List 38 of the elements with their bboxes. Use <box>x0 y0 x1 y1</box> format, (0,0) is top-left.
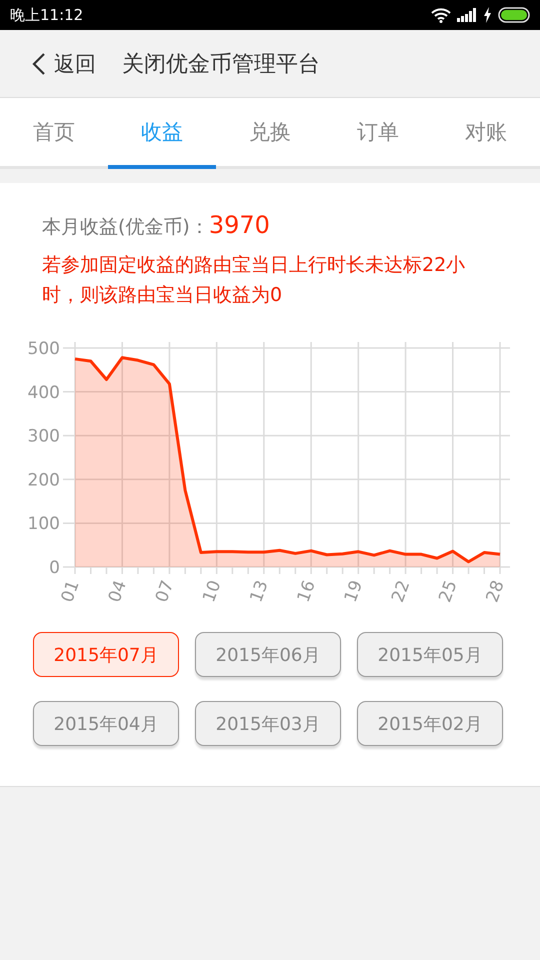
x-axis-label: 28 <box>482 578 509 606</box>
summary-label: 本月收益(优金币)： <box>42 215 209 240</box>
tab[interactable]: 兑换 <box>216 98 324 169</box>
signal-icon <box>457 8 477 22</box>
y-axis-label: 300 <box>28 426 60 447</box>
x-axis-label: 01 <box>58 578 84 606</box>
y-axis-label: 200 <box>28 470 60 490</box>
x-axis-label: 16 <box>294 578 320 606</box>
month-button[interactable]: 2015年02月 <box>357 701 503 746</box>
x-axis-label: 10 <box>199 578 226 606</box>
tab[interactable]: 首页 <box>0 98 108 169</box>
x-axis-label: 13 <box>246 578 273 606</box>
y-axis-label: 0 <box>49 558 60 578</box>
tab[interactable]: 订单 <box>324 98 432 169</box>
x-axis-label: 19 <box>340 578 368 606</box>
month-button[interactable]: 2015年03月 <box>195 701 341 746</box>
y-axis-label: 500 <box>28 339 60 359</box>
summary-value: 3970 <box>208 211 270 239</box>
wifi-icon <box>431 7 451 23</box>
x-axis-label: 04 <box>104 578 131 606</box>
month-button[interactable]: 2015年07月 <box>33 632 179 677</box>
month-button[interactable]: 2015年04月 <box>33 701 179 746</box>
charging-icon <box>483 7 492 23</box>
x-axis-label: 25 <box>435 578 462 606</box>
page-title: 关闭优金币管理平台 <box>122 50 320 78</box>
back-icon <box>32 52 46 76</box>
back-button[interactable]: 返回 <box>32 50 96 78</box>
month-button[interactable]: 2015年05月 <box>357 632 503 677</box>
y-axis-label: 400 <box>28 382 60 403</box>
y-axis-label: 100 <box>28 514 60 534</box>
tab[interactable]: 对账 <box>432 98 540 169</box>
battery-icon <box>498 7 530 23</box>
x-axis-label: 07 <box>152 578 178 606</box>
tab[interactable]: 收益 <box>108 98 216 169</box>
status-time: 晚上11:12 <box>10 6 84 24</box>
x-axis-label: 22 <box>388 578 414 606</box>
month-button[interactable]: 2015年06月 <box>195 632 341 677</box>
notice-text: 若参加固定收益的路由宝当日上行时长未达标22小时，则该路由宝当日收益为0 <box>41 253 466 308</box>
